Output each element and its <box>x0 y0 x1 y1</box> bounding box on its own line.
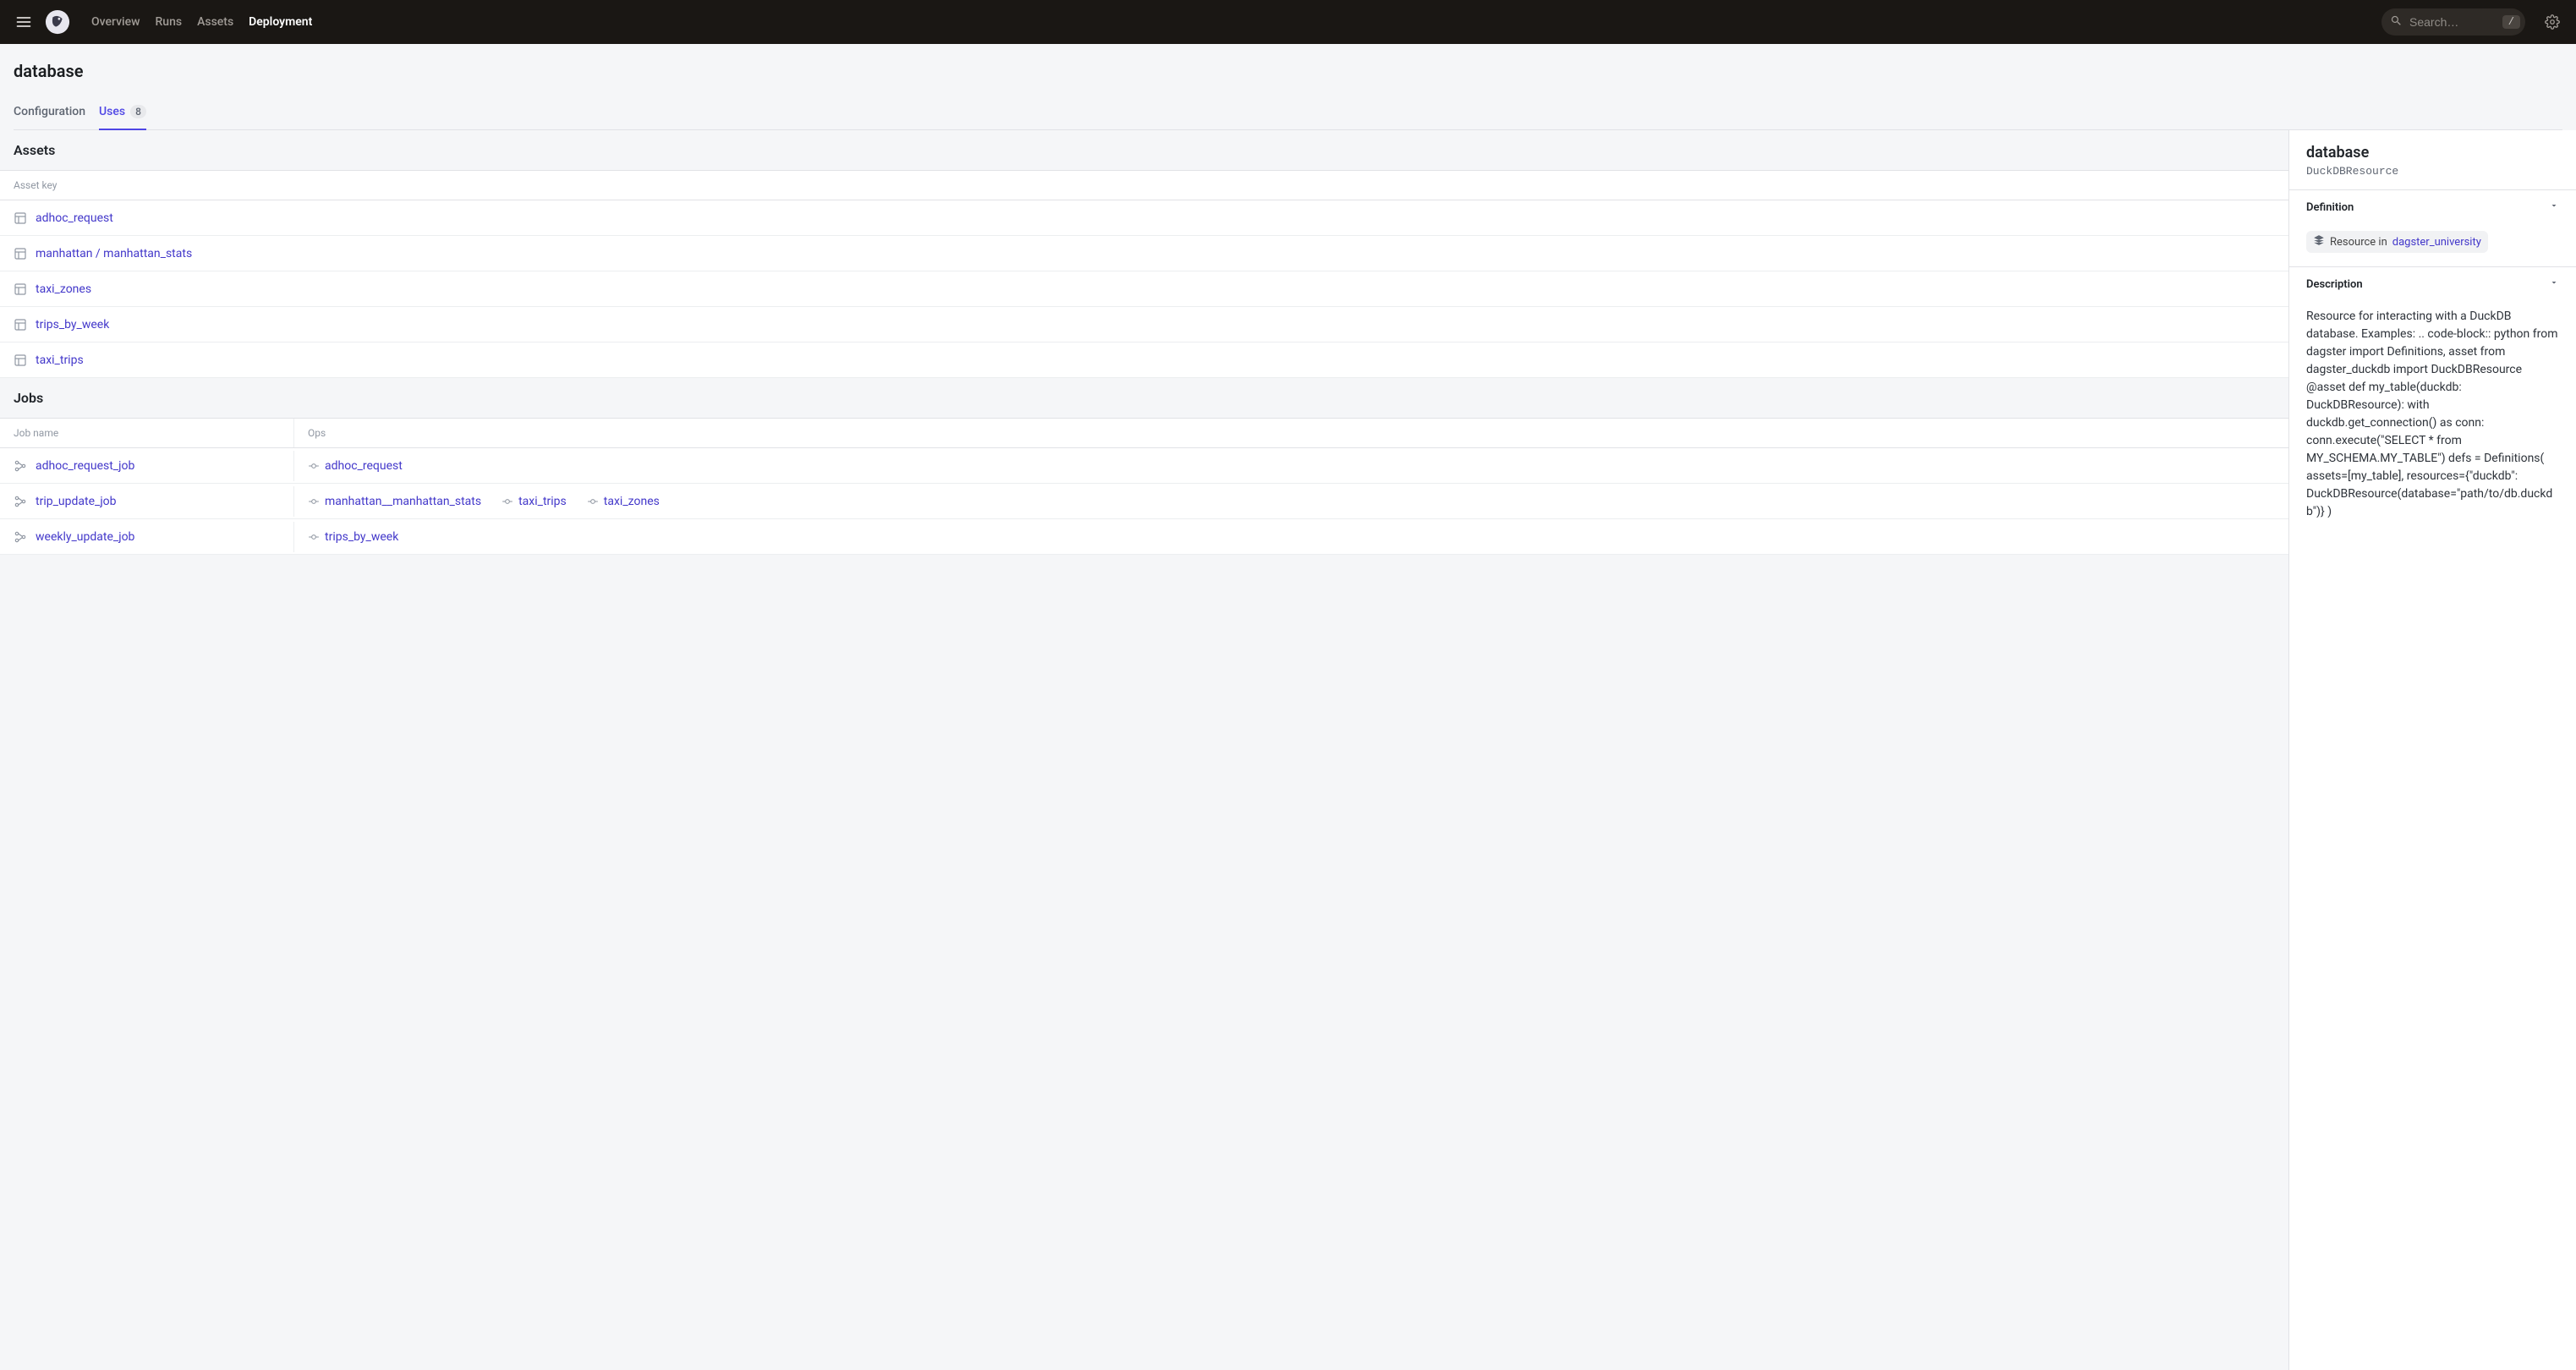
jobs-col-name: Job name <box>0 419 294 447</box>
op-chip[interactable]: manhattan__manhattan_stats <box>308 495 481 508</box>
nav-runs[interactable]: Runs <box>155 15 182 29</box>
asset-icon <box>14 211 27 225</box>
asset-row[interactable]: trips_by_week <box>0 307 2288 342</box>
detail-title: database <box>2289 130 2576 165</box>
description-text: Resource for interacting with a DuckDB d… <box>2306 308 2559 521</box>
asset-icon <box>14 282 27 296</box>
definition-label: Definition <box>2306 201 2354 214</box>
tab-label: Configuration <box>14 105 85 118</box>
tab-configuration[interactable]: Configuration <box>14 98 85 130</box>
job-row: weekly_update_job trips_by_week <box>0 519 2288 555</box>
op-link[interactable]: taxi_trips <box>518 495 567 508</box>
asset-row[interactable]: taxi_trips <box>0 342 2288 378</box>
op-chip[interactable]: taxi_trips <box>501 495 567 508</box>
content: Assets Asset key adhoc_request manhattan … <box>0 130 2576 1370</box>
op-chip[interactable]: trips_by_week <box>308 530 398 544</box>
job-icon <box>14 459 27 473</box>
op-link[interactable]: taxi_zones <box>604 495 660 508</box>
job-row: trip_update_job manhattan__manhattan_stat… <box>0 484 2288 519</box>
op-link[interactable]: manhattan__manhattan_stats <box>325 495 481 508</box>
op-icon <box>308 531 320 543</box>
search-box[interactable]: / <box>2381 8 2525 36</box>
asset-icon <box>14 353 27 367</box>
nav-links: Overview Runs Assets Deployment <box>91 15 312 29</box>
job-icon <box>14 495 27 508</box>
asset-icon <box>14 247 27 260</box>
resource-in-link[interactable]: dagster_university <box>2392 236 2481 249</box>
detail-subtitle: DuckDBResource <box>2289 165 2576 189</box>
nav-assets[interactable]: Assets <box>197 15 233 29</box>
op-icon <box>587 496 599 507</box>
main-column: Assets Asset key adhoc_request manhattan … <box>0 130 2288 555</box>
jobs-col-ops: Ops <box>294 419 2288 447</box>
page-title: database <box>14 61 2562 81</box>
assets-table-header: Asset key <box>0 171 2288 200</box>
op-chip[interactable]: taxi_zones <box>587 495 660 508</box>
description-label: Description <box>2306 278 2363 291</box>
op-link[interactable]: adhoc_request <box>325 459 403 473</box>
asset-link[interactable]: taxi_zones <box>36 282 91 296</box>
tab-uses[interactable]: Uses 8 <box>99 98 146 130</box>
job-link[interactable]: weekly_update_job <box>36 530 134 544</box>
job-icon <box>14 530 27 544</box>
menu-button[interactable] <box>10 8 37 36</box>
asset-row[interactable]: taxi_zones <box>0 271 2288 307</box>
assets-rows: adhoc_request manhattan / manhattan_stats… <box>0 200 2288 378</box>
dagster-logo[interactable] <box>44 8 71 36</box>
op-icon <box>308 496 320 507</box>
assets-section-header: Assets <box>0 130 2288 171</box>
tabs: Configuration Uses 8 <box>14 98 2562 130</box>
asset-row[interactable]: adhoc_request <box>0 200 2288 236</box>
topbar: Overview Runs Assets Deployment / <box>0 0 2576 44</box>
asset-link[interactable]: trips_by_week <box>36 318 109 332</box>
op-chip[interactable]: adhoc_request <box>308 459 403 473</box>
jobs-table-header: Job name Ops <box>0 419 2288 448</box>
description-body: Resource for interacting with a DuckDB d… <box>2289 301 2576 534</box>
asset-row[interactable]: manhattan / manhattan_stats <box>0 236 2288 271</box>
nav-deployment[interactable]: Deployment <box>249 15 312 29</box>
op-icon <box>501 496 513 507</box>
jobs-section-header: Jobs <box>0 378 2288 419</box>
settings-button[interactable] <box>2539 8 2566 36</box>
description-toggle[interactable]: Description <box>2289 266 2576 301</box>
job-link[interactable]: trip_update_job <box>36 495 117 508</box>
asset-link[interactable]: manhattan / manhattan_stats <box>36 247 192 260</box>
op-icon <box>308 460 320 472</box>
resource-in-pill[interactable]: Resource in dagster_university <box>2306 231 2488 253</box>
nav-overview[interactable]: Overview <box>91 15 140 29</box>
asset-link[interactable]: taxi_trips <box>36 353 84 367</box>
chevron-down-icon <box>2549 277 2559 291</box>
job-link[interactable]: adhoc_request_job <box>36 459 134 473</box>
definition-toggle[interactable]: Definition <box>2289 189 2576 224</box>
definition-body: Resource in dagster_university <box>2289 224 2576 266</box>
jobs-rows: adhoc_request_job adhoc_request trip_updat… <box>0 448 2288 555</box>
search-icon <box>2390 14 2403 30</box>
search-input[interactable] <box>2409 15 2496 29</box>
search-kbd-hint: / <box>2502 15 2520 29</box>
detail-sidebar: database DuckDBResource Definition Resou… <box>2288 130 2576 1370</box>
job-row: adhoc_request_job adhoc_request <box>0 448 2288 484</box>
assets-col-key: Asset key <box>0 171 70 200</box>
asset-link[interactable]: adhoc_request <box>36 211 113 225</box>
op-link[interactable]: trips_by_week <box>325 530 398 544</box>
resource-in-prefix: Resource in <box>2330 236 2387 249</box>
page-header: database Configuration Uses 8 <box>0 44 2576 130</box>
layers-icon <box>2313 234 2325 249</box>
tab-label: Uses <box>99 105 125 118</box>
tab-uses-count: 8 <box>130 105 146 118</box>
asset-icon <box>14 318 27 332</box>
chevron-down-icon <box>2549 200 2559 214</box>
